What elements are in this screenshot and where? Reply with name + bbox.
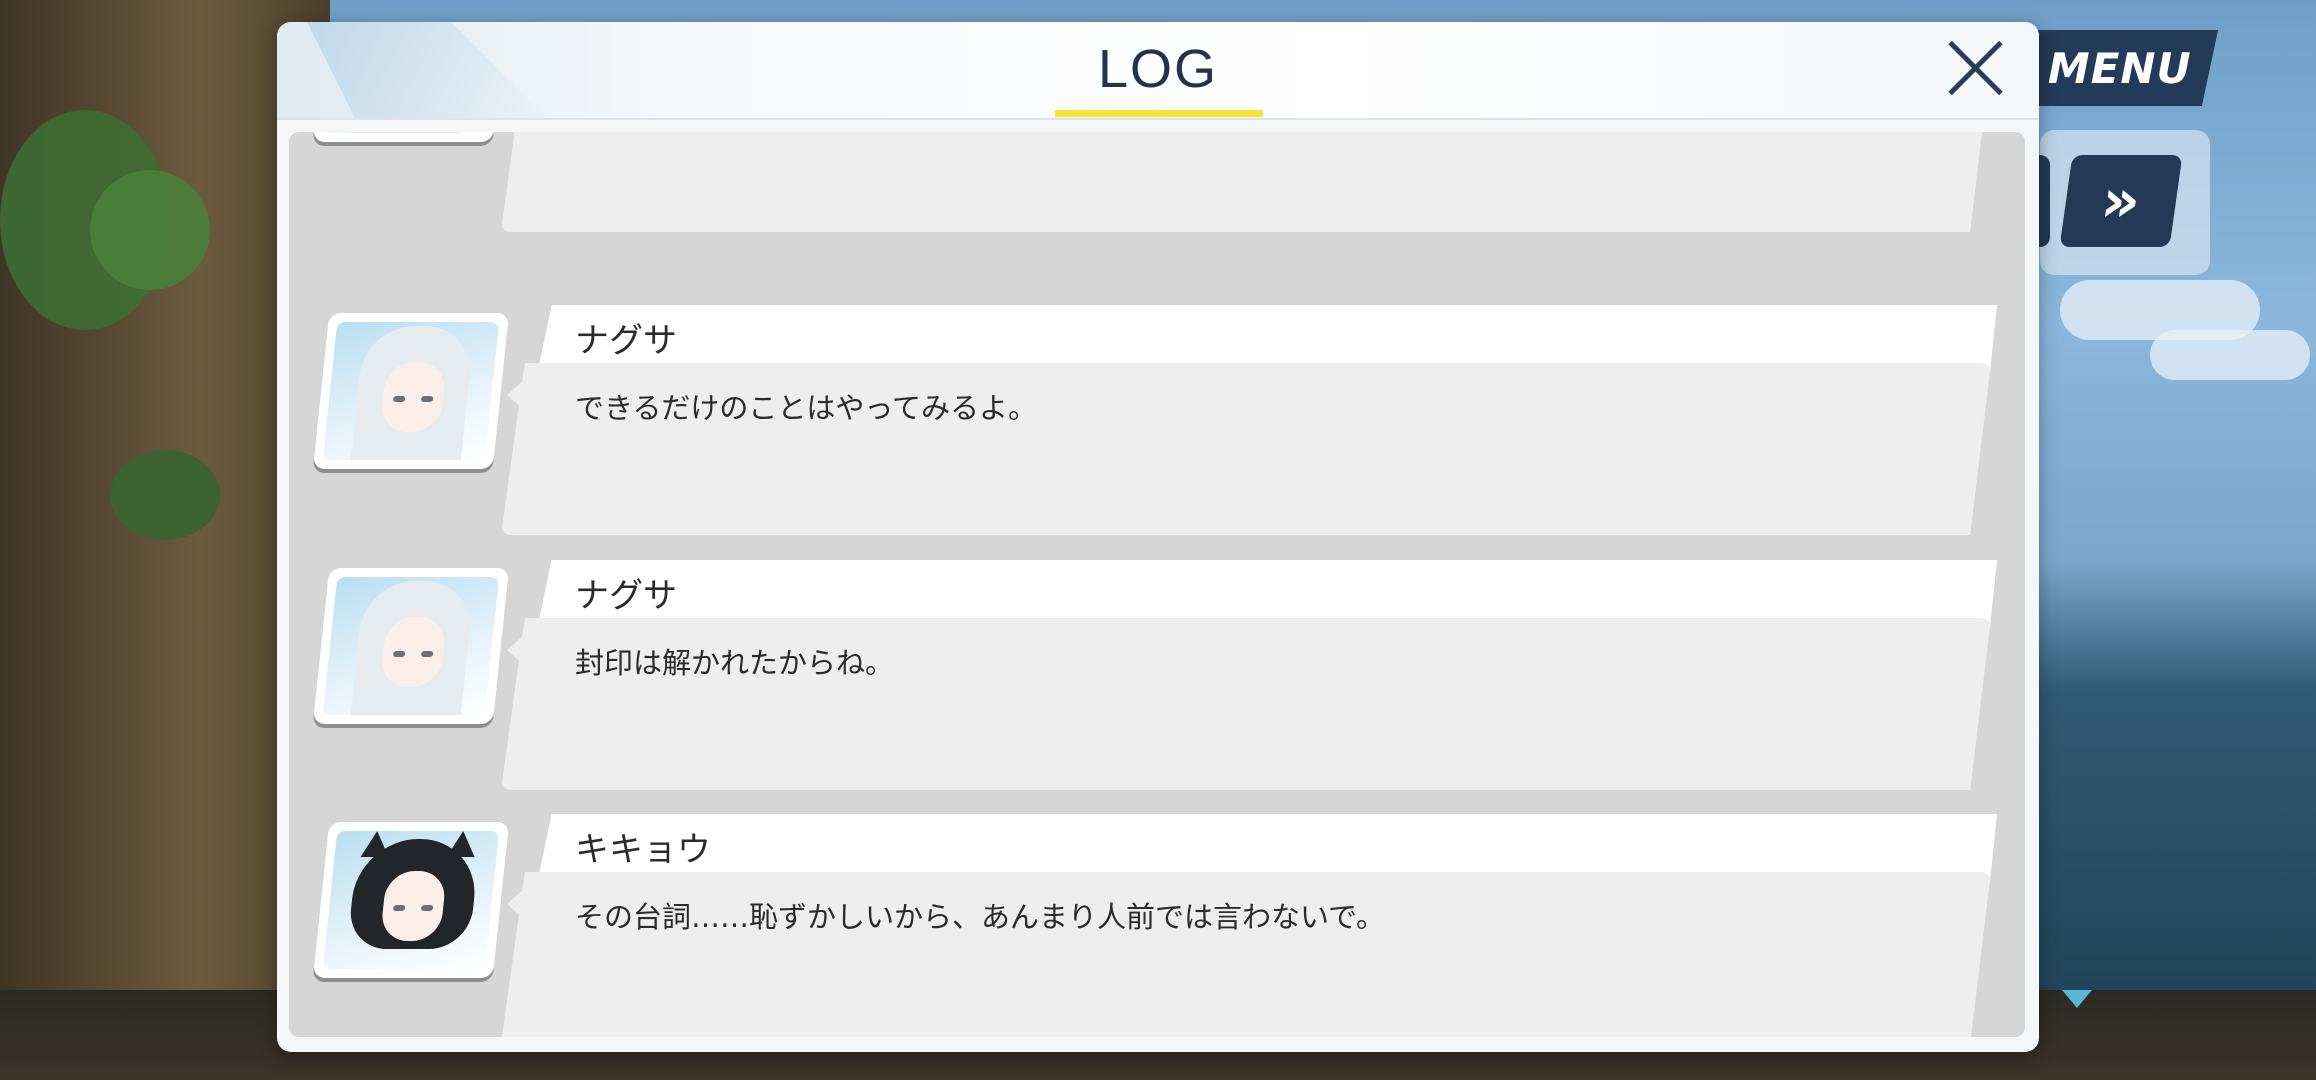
log-entry: ナグサ できるだけのことはやってみるよ。 [289,299,2025,539]
fast-forward-button[interactable]: » [2059,155,2183,247]
menu-label: MENU [2048,43,2192,93]
speaker-name: ナグサ [575,576,677,616]
dialogue-text: 封印は解かれたからね。 [575,646,895,680]
bubble-pointer [507,634,525,666]
dialogue-text: その台詞……恥ずかしいから、あんまり人前では言わないで。 [575,900,1385,934]
speaker-portrait [312,822,510,978]
dialog-title: LOG [1097,39,1219,99]
dialogue-text: できるだけのことはやってみるよ。 [575,391,1037,425]
fast-forward-icon: » [2096,166,2146,236]
close-icon[interactable] [1943,36,2007,100]
cloud-decoration [2150,330,2310,380]
log-entry: キキョウ その台詞……恥ずかしいから、あんまり人前では言わないで。 [289,808,2025,1037]
log-entry-partial [289,132,2025,296]
bubble-pointer [507,888,525,920]
title-underline [1055,110,1263,117]
speaker-portrait [312,313,510,469]
scroll-down-indicator-icon [2062,990,2092,1008]
foliage-decoration [90,170,210,290]
speaker-name: キキョウ [575,830,711,870]
menu-button[interactable]: MENU [2021,30,2219,106]
log-entry: ナグサ 封印は解かれたからね。 [289,554,2025,794]
dialogue-bubble [501,132,1991,232]
dialog-header: LOG [277,22,2039,120]
bubble-pointer [507,379,525,411]
log-dialog: LOG ナグサ できるだけのことはやってみるよ。 ナグサ 封印は解かれたからね。… [277,22,2039,1052]
foliage-decoration [110,450,220,540]
speaker-portrait [312,568,510,724]
speaker-name: ナグサ [575,321,677,361]
speaker-portrait [312,132,510,142]
log-list[interactable]: ナグサ できるだけのことはやってみるよ。 ナグサ 封印は解かれたからね。 キキョ… [289,132,2025,1037]
